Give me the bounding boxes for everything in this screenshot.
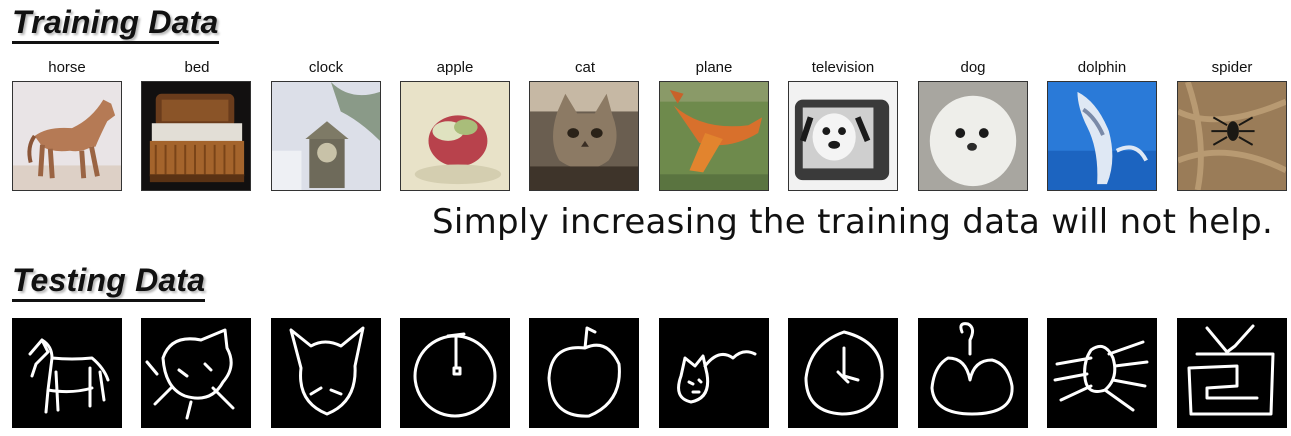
- spider-sketch: [1047, 318, 1157, 428]
- television-sketch: [1177, 318, 1287, 428]
- label-dolphin: dolphin: [1077, 59, 1127, 76]
- label-apple: apple: [436, 59, 474, 76]
- label-clock: clock: [308, 59, 344, 76]
- horse-sketch: [12, 318, 122, 428]
- clock-sketch-2: [788, 318, 898, 428]
- apple-photo: [400, 81, 510, 191]
- training-data-heading: Training Data: [12, 4, 219, 44]
- label-horse: horse: [48, 59, 86, 76]
- label-bed: bed: [184, 59, 210, 76]
- horse-photo: [12, 81, 122, 191]
- label-cat: cat: [574, 59, 595, 76]
- cat-face-sketch: [271, 318, 381, 428]
- testing-data-heading: Testing Data: [12, 262, 206, 302]
- label-spider: spider: [1211, 59, 1253, 76]
- apple-sketch: [529, 318, 639, 428]
- dolphin-photo: [1047, 81, 1157, 191]
- spider-photo: [1177, 81, 1287, 191]
- cat-sketch: [141, 318, 251, 428]
- television-photo: [788, 81, 898, 191]
- bed-photo: [141, 81, 251, 191]
- dog-sketch: [659, 318, 769, 428]
- label-television: television: [811, 59, 875, 76]
- dog-photo: [918, 81, 1028, 191]
- cat-photo: [529, 81, 639, 191]
- label-plane: plane: [695, 59, 733, 76]
- training-data-note: Simply increasing the training data will…: [432, 202, 1274, 242]
- clock-sketch: [400, 318, 510, 428]
- label-dog: dog: [960, 59, 986, 76]
- clock-photo: [271, 81, 381, 191]
- plane-photo: [659, 81, 769, 191]
- hanger-sketch: [918, 318, 1028, 428]
